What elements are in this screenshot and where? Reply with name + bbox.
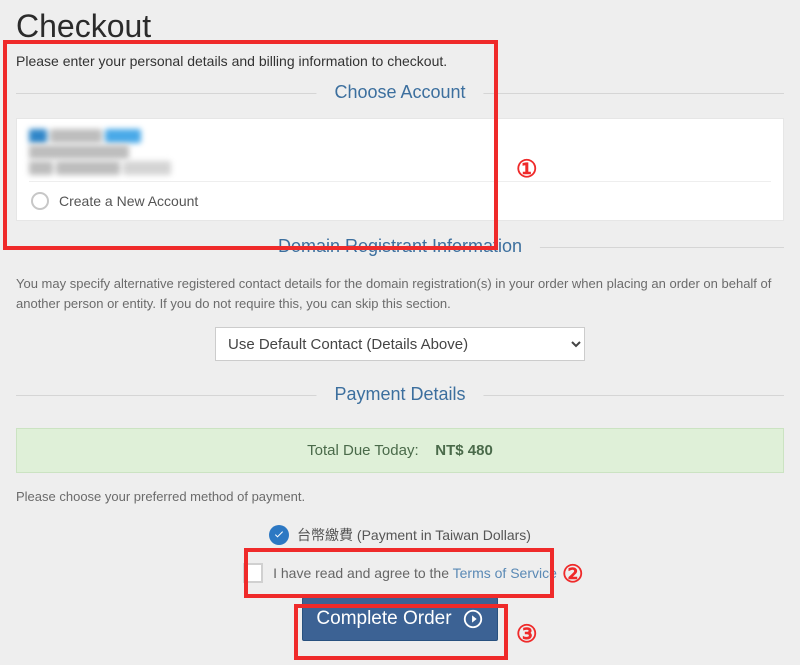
account-card: Create a New Account (16, 118, 784, 221)
page-title: Checkout (16, 0, 784, 47)
agree-text: I have read and agree to the Terms of Se… (273, 565, 557, 581)
page-subtitle: Please enter your personal details and b… (16, 47, 784, 79)
account-details-redacted (29, 161, 771, 175)
check-icon (273, 529, 285, 541)
registrant-divider: Domain Registrant Information (16, 247, 784, 248)
payment-method-option[interactable]: 台幣繳費 (Payment in Taiwan Dollars) (16, 525, 784, 545)
payment-hint: Please choose your preferred method of p… (16, 487, 784, 507)
registrant-heading: Domain Registrant Information (260, 236, 540, 257)
account-details-redacted (29, 129, 771, 143)
total-due-value: NT$ 480 (435, 442, 493, 459)
registrant-blurb: You may specify alternative registered c… (16, 274, 784, 313)
account-details-redacted (29, 145, 771, 159)
create-new-account-label: Create a New Account (59, 193, 198, 209)
complete-order-label: Complete Order (316, 608, 451, 630)
radio-checked-icon (269, 525, 289, 545)
total-due-banner: Total Due Today: NT$ 480 (16, 428, 784, 473)
payment-heading: Payment Details (316, 384, 483, 405)
payment-method-label: 台幣繳費 (Payment in Taiwan Dollars) (297, 525, 531, 545)
agree-checkbox[interactable] (243, 563, 263, 583)
tos-link[interactable]: Terms of Service (453, 565, 557, 581)
total-due-label: Total Due Today: (307, 442, 418, 459)
choose-account-divider: Choose Account (16, 93, 784, 94)
arrow-right-circle-icon (462, 608, 484, 630)
registrant-contact-select[interactable]: Use Default Contact (Details Above) (215, 327, 585, 361)
radio-unchecked-icon (31, 192, 49, 210)
choose-account-heading: Choose Account (316, 82, 483, 103)
payment-divider: Payment Details (16, 395, 784, 396)
complete-order-button[interactable]: Complete Order (302, 597, 498, 641)
create-new-account-option[interactable]: Create a New Account (29, 182, 771, 214)
